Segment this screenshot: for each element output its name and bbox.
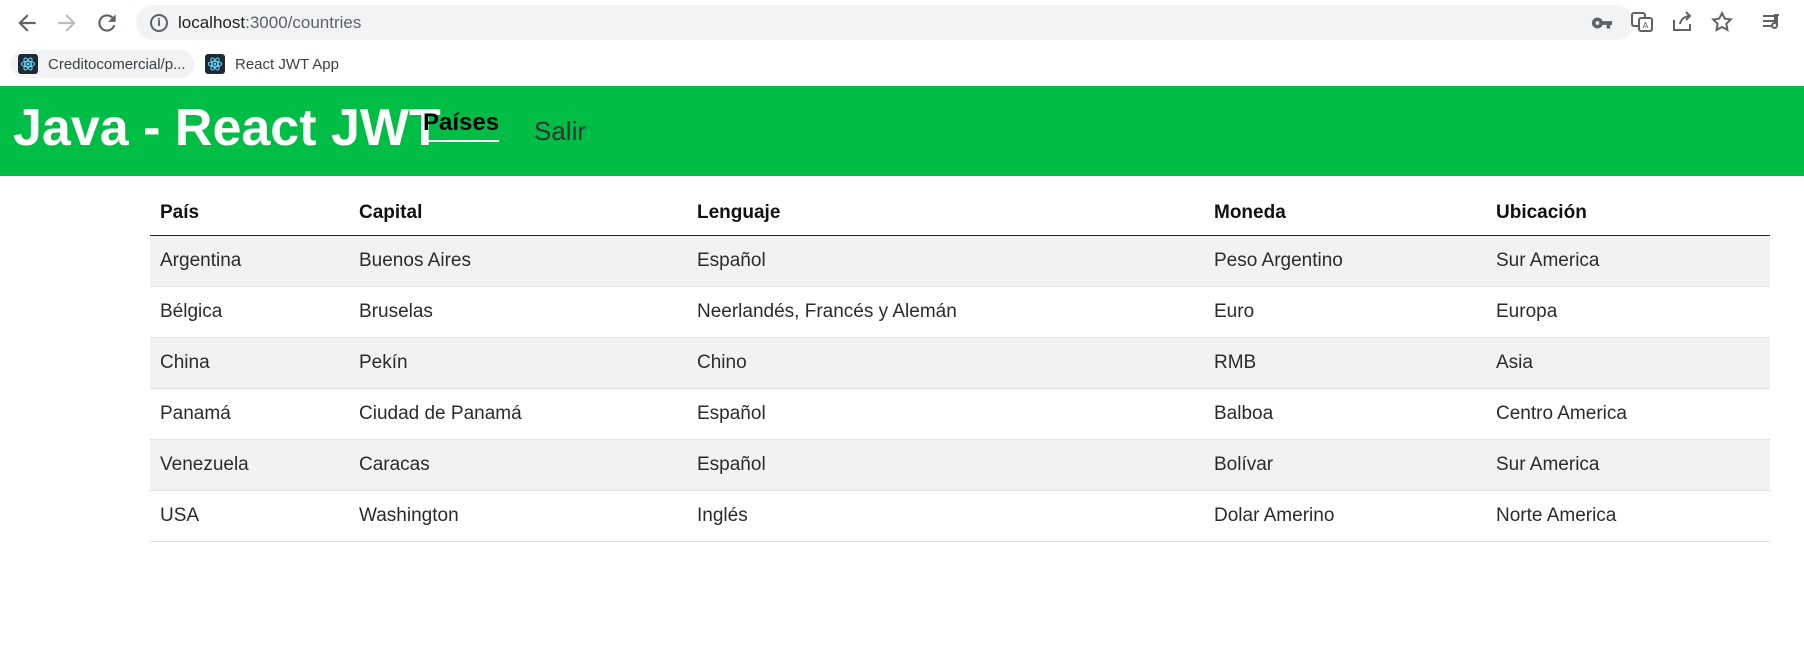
info-icon[interactable]: i xyxy=(150,14,168,32)
react-logo-icon xyxy=(18,54,38,74)
countries-table: País Capital Lenguaje Moneda Ubicación A… xyxy=(150,190,1770,542)
table-cell: China xyxy=(150,337,349,389)
table-cell: Euro xyxy=(1204,286,1486,338)
table-cell: Balboa xyxy=(1204,388,1486,440)
url-path: :3000/countries xyxy=(245,13,362,32)
app-header: Java - React JWT Países Salir xyxy=(0,86,1804,176)
table-cell: Norte America xyxy=(1486,490,1770,542)
table-cell: Buenos Aires xyxy=(349,235,687,287)
key-icon[interactable] xyxy=(1591,12,1613,34)
table-cell: Sur America xyxy=(1486,235,1770,287)
nav-link-countries[interactable]: Países xyxy=(423,108,500,142)
table-cell: Pekín xyxy=(349,337,687,389)
table-cell: Español xyxy=(687,388,1204,440)
table-cell: Ciudad de Panamá xyxy=(349,388,687,440)
svg-text:A: A xyxy=(1643,21,1649,30)
browser-toolbar: i localhost:3000/countries A xyxy=(0,0,1804,44)
table-header-row: País Capital Lenguaje Moneda Ubicación xyxy=(150,190,1770,236)
bookmark-react-jwt-app[interactable]: React JWT App xyxy=(197,50,347,78)
reload-icon[interactable] xyxy=(94,10,120,36)
table-cell: Peso Argentino xyxy=(1204,235,1486,287)
table-cell: Europa xyxy=(1486,286,1770,338)
table-cell: Bruselas xyxy=(349,286,687,338)
table-cell: Bélgica xyxy=(150,286,349,338)
table-row: China Pekín Chino RMB Asia xyxy=(150,337,1770,389)
table-cell: Español xyxy=(687,439,1204,491)
app-brand[interactable]: Java - React JWT xyxy=(13,96,441,160)
react-logo-icon xyxy=(205,54,225,74)
table-row: Argentina Buenos Aires Español Peso Arge… xyxy=(150,235,1770,287)
bookmark-label: React JWT App xyxy=(235,55,339,73)
table-cell: Español xyxy=(687,235,1204,287)
column-header-location: Ubicación xyxy=(1486,190,1770,236)
url-text[interactable]: localhost:3000/countries xyxy=(178,13,361,33)
table-cell: Centro America xyxy=(1486,388,1770,440)
table-row: Panamá Ciudad de Panamá Español Balboa C… xyxy=(150,388,1770,440)
table-cell: RMB xyxy=(1204,337,1486,389)
bookmark-label: Creditocomercial/p... xyxy=(48,55,186,73)
table-cell: Sur America xyxy=(1486,439,1770,491)
table-cell: USA xyxy=(150,490,349,542)
back-arrow-icon[interactable] xyxy=(14,10,40,36)
column-header-currency: Moneda xyxy=(1204,190,1486,236)
table-row: USA Washington Inglés Dolar Amerino Nort… xyxy=(150,490,1770,542)
table-cell: Panamá xyxy=(150,388,349,440)
table-cell: Inglés xyxy=(687,490,1204,542)
reading-list-icon[interactable] xyxy=(1760,10,1784,39)
table-cell: Dolar Amerino xyxy=(1204,490,1486,542)
table-cell: Neerlandés, Francés y Alemán xyxy=(687,286,1204,338)
table-cell: Washington xyxy=(349,490,687,542)
table-cell: Caracas xyxy=(349,439,687,491)
countries-table-container: País Capital Lenguaje Moneda Ubicación A… xyxy=(150,190,1770,542)
column-header-language: Lenguaje xyxy=(687,190,1204,236)
forward-arrow-icon[interactable] xyxy=(54,10,80,36)
table-cell: Venezuela xyxy=(150,439,349,491)
share-icon[interactable] xyxy=(1670,10,1694,39)
bookmark-creditocomercial[interactable]: Creditocomercial/p... xyxy=(10,50,194,78)
star-icon[interactable] xyxy=(1710,10,1734,39)
address-bar[interactable]: i localhost:3000/countries xyxy=(136,5,1634,40)
nav-link-logout[interactable]: Salir xyxy=(534,116,586,146)
url-host: localhost xyxy=(178,13,246,32)
table-cell: Chino xyxy=(687,337,1204,389)
column-header-capital: Capital xyxy=(349,190,687,236)
table-cell: Bolívar xyxy=(1204,439,1486,491)
table-row: Venezuela Caracas Español Bolívar Sur Am… xyxy=(150,439,1770,491)
table-cell: Argentina xyxy=(150,235,349,287)
bookmarks-bar: Creditocomercial/p... React JWT App xyxy=(0,44,1804,86)
column-header-country: País xyxy=(150,190,349,236)
table-row: Bélgica Bruselas Neerlandés, Francés y A… xyxy=(150,286,1770,338)
table-cell: Asia xyxy=(1486,337,1770,389)
translate-icon[interactable]: A xyxy=(1630,10,1654,39)
